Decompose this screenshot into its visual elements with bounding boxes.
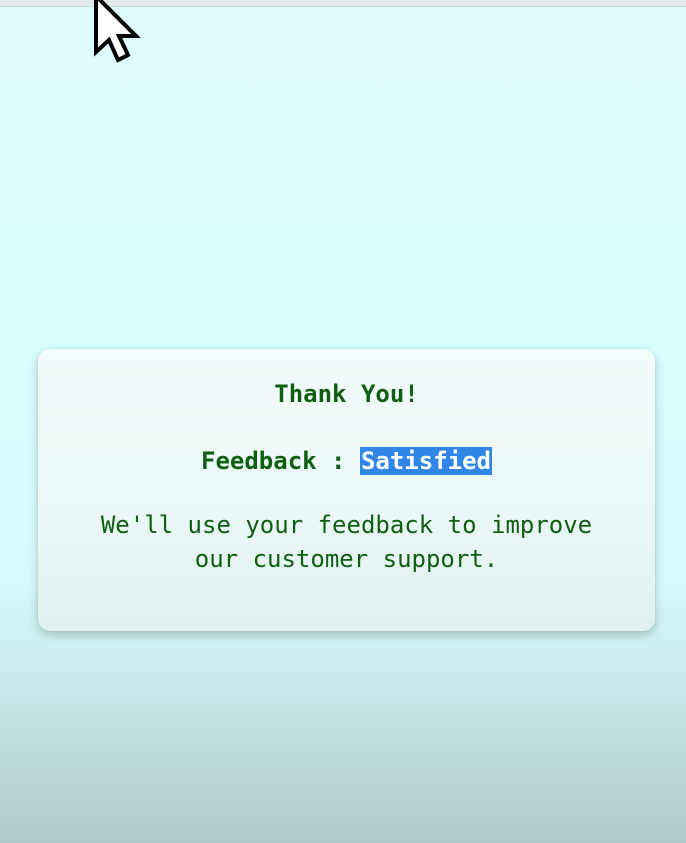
thank-you-message: We'll use your feedback to improve our c… [100,511,593,573]
feedback-label: Feedback : [201,447,360,475]
arrow-pointer-icon [94,0,141,63]
feedback-line: Feedback : Satisfied [38,446,655,476]
thank-you-title: Thank You! [274,380,419,408]
feedback-value[interactable]: Satisfied [359,447,492,475]
thank-you-card: Thank You! Feedback : Satisfied We'll us… [38,349,655,631]
